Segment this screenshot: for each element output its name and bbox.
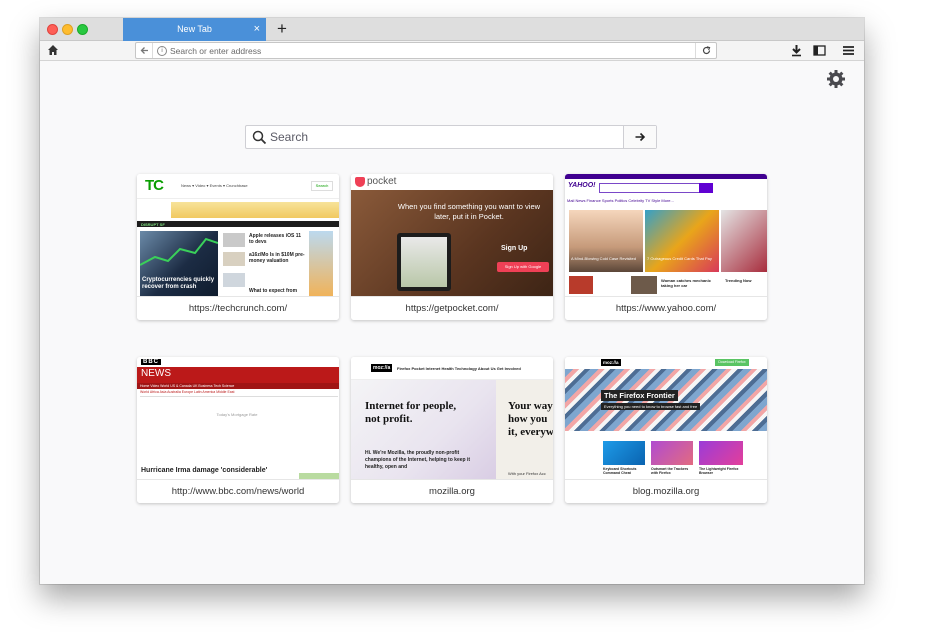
- settings-gear-icon[interactable]: [826, 69, 846, 89]
- new-tab-button[interactable]: +: [273, 18, 291, 40]
- hamburger-menu-icon[interactable]: [842, 44, 855, 57]
- tile-subtitle: Everything you need to know to browse fa…: [601, 403, 701, 410]
- url-bar[interactable]: i: [135, 42, 717, 59]
- tile-label: https://getpocket.com/: [351, 296, 553, 320]
- download-icon[interactable]: [790, 44, 803, 57]
- arrow-right-icon: [635, 132, 646, 142]
- info-icon[interactable]: i: [157, 46, 167, 56]
- tab-close-button[interactable]: ×: [254, 18, 260, 41]
- yahoo-logo: YAHOO!: [568, 182, 596, 189]
- tile-google-button-text: Sign Up with Google: [497, 262, 549, 272]
- tile-thumbnail: YAHOO! Mail News Finance Sports Politics…: [565, 174, 767, 296]
- tile-headline-1: Apple releases iOS 11 to devs: [249, 233, 301, 245]
- tile-nav-text: Home Video World US & Canada UK Business…: [140, 384, 235, 388]
- tile-download-button-text: Download Firefox: [715, 359, 749, 366]
- tile-search-text: Search: [311, 181, 333, 191]
- tile-thumbnail: TC News ▾ Video ▾ Events ▾ Crunchbase Se…: [137, 174, 339, 296]
- tile-right-body: With your Firefox Acc: [508, 471, 546, 476]
- tile-thumbnail: moz://a Download Firefox The Firefox Fro…: [565, 357, 767, 479]
- address-input[interactable]: [170, 43, 670, 58]
- browser-window: New Tab × + i Search or enter address Se…: [40, 18, 864, 584]
- mozilla-logo: moz://a: [371, 364, 393, 372]
- search-input[interactable]: [270, 126, 620, 148]
- top-site-tile-techcrunch[interactable]: TC News ▾ Video ▾ Events ▾ Crunchbase Se…: [137, 174, 339, 320]
- navigation-toolbar: i: [40, 41, 864, 61]
- title-bar: New Tab × +: [40, 18, 864, 41]
- top-site-tile-pocket[interactable]: pocket When you find something you want …: [351, 174, 553, 320]
- tile-right-headline: Your way how you it, everyw: [508, 400, 553, 438]
- top-site-tile-bbc[interactable]: BBC NEWS Home Video World US & Canada UK…: [137, 357, 339, 503]
- search-box: [245, 125, 657, 149]
- tile-nav-text: Firefox Pocket Internet Health Technolog…: [397, 366, 521, 371]
- search-submit-button[interactable]: [623, 126, 656, 148]
- techcrunch-logo: TC: [145, 177, 164, 194]
- tile-thumbnail: pocket When you find something you want …: [351, 174, 553, 296]
- tile-card-2: Outsmart the Trackers with Firefox: [651, 467, 689, 475]
- close-window-button[interactable]: [47, 24, 58, 35]
- tile-story-3: Woman catches mechanic taking her car: [661, 278, 711, 288]
- back-arrow-icon: [140, 47, 148, 54]
- tile-subnav-text: World Africa Asia Australia Europe Latin…: [140, 390, 338, 397]
- maximize-window-button[interactable]: [77, 24, 88, 35]
- pocket-logo-text: pocket: [367, 176, 397, 187]
- back-button[interactable]: [136, 43, 153, 58]
- tab-new-tab[interactable]: New Tab ×: [123, 18, 266, 41]
- reload-icon: [702, 46, 710, 55]
- tile-trending-text: Trending Now: [725, 278, 752, 283]
- bbc-logo: BBC: [141, 359, 161, 365]
- tab-title: New Tab: [177, 24, 212, 34]
- mozilla-logo: moz://a: [601, 359, 621, 366]
- tile-mortgage-text: Today's Mortgage Rate: [216, 412, 258, 417]
- tile-nav-text: Mail News Finance Sports Politics Celebr…: [567, 198, 674, 203]
- tile-label: blog.mozilla.org: [565, 479, 767, 503]
- tile-title: The Firefox Frontier: [601, 390, 678, 401]
- minimize-window-button[interactable]: [62, 24, 73, 35]
- tile-thumbnail: moz://a Firefox Pocket Internet Health T…: [351, 357, 553, 479]
- tile-story-2: 7 Outrageous Credit Cards That Pay: [647, 256, 712, 261]
- tile-headline: Internet for people, not profit.: [365, 400, 457, 425]
- tile-signup-text: Sign Up: [501, 245, 528, 252]
- tile-headline-2: a16z/Mo Is in $10M pre-money valuation: [249, 252, 305, 264]
- pocket-logo-icon: [355, 177, 365, 187]
- top-site-tile-mozilla[interactable]: moz://a Firefox Pocket Internet Health T…: [351, 357, 553, 503]
- tile-thumbnail: BBC NEWS Home Video World US & Canada UK…: [137, 357, 339, 479]
- tile-card-3: The Lightweight Firefox Browser: [699, 467, 739, 475]
- tile-label: https://www.yahoo.com/: [565, 296, 767, 320]
- tile-main-headline: Cryptocurrencies quickly recover from cr…: [142, 277, 215, 290]
- top-site-tile-mozilla-blog[interactable]: moz://a Download Firefox The Firefox Fro…: [565, 357, 767, 503]
- tile-body-text: Hi. We're Mozilla, the proudly non-profi…: [365, 450, 471, 470]
- top-site-tile-yahoo[interactable]: YAHOO! Mail News Finance Sports Politics…: [565, 174, 767, 320]
- tile-headline: When you find something you want to view…: [397, 202, 541, 221]
- tile-label: http://www.bbc.com/news/world: [137, 479, 339, 503]
- sidebar-icon[interactable]: [813, 44, 826, 57]
- reload-button[interactable]: [695, 43, 716, 58]
- tile-nav-text: News ▾ Video ▾ Events ▾ Crunchbase: [181, 183, 248, 188]
- tile-card-1: Keyboard Shortcuts Command Cheat: [603, 467, 637, 475]
- tile-story-1: A Mind-Blowing Cold Case Revisited: [571, 256, 636, 261]
- tile-banner-text: DISRUPT SF: [141, 222, 165, 227]
- tile-label: https://techcrunch.com/: [137, 296, 339, 320]
- search-icon: [252, 130, 267, 145]
- home-icon[interactable]: [47, 44, 59, 56]
- tile-label: mozilla.org: [351, 479, 553, 503]
- bbc-news-title: NEWS: [141, 368, 171, 379]
